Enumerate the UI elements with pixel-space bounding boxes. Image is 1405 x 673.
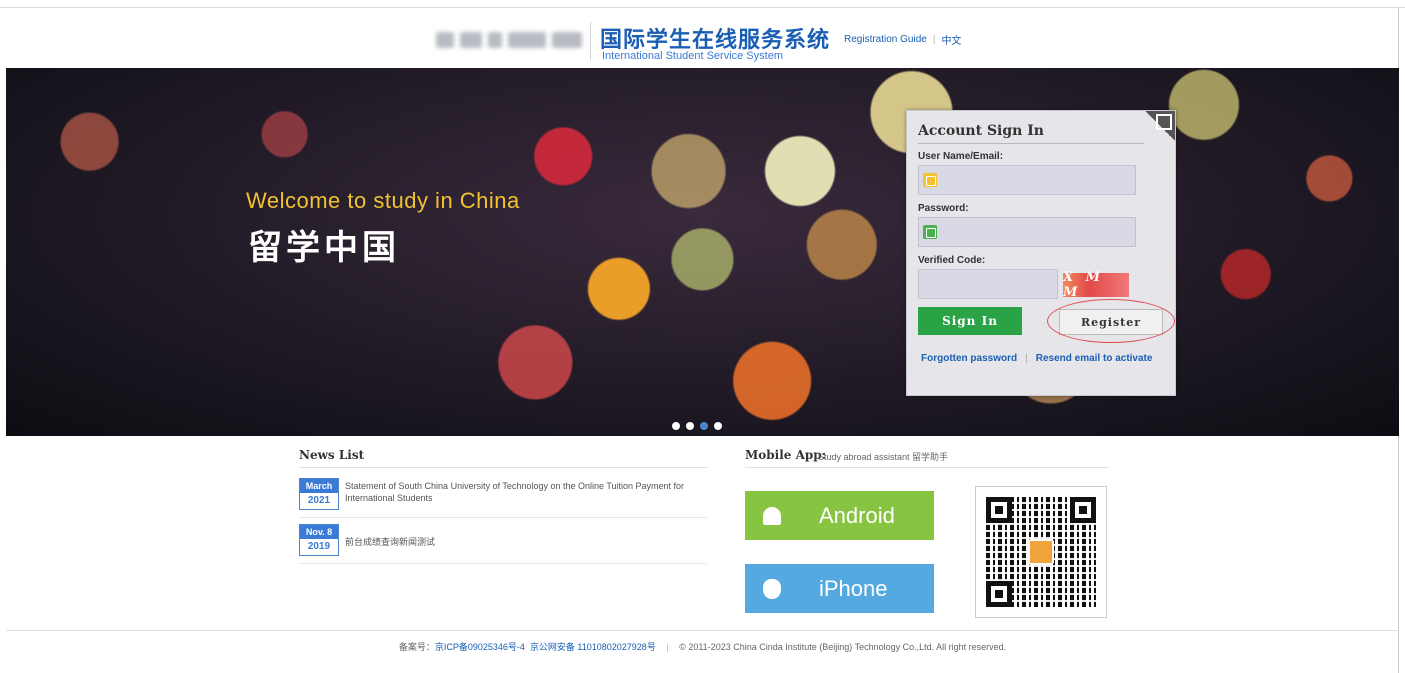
- app-qr-code: [975, 486, 1107, 618]
- footer-record-label: 备案号：: [398, 642, 435, 652]
- password-label: Password:: [918, 203, 969, 214]
- footer: 备案号：京ICP备09025346号-4 京公网安备 1101080202792…: [0, 640, 1405, 653]
- news-date-year: 2019: [307, 541, 331, 552]
- qr-finder-pattern: [1070, 497, 1096, 523]
- password-field-box: [918, 217, 1136, 247]
- login-divider: [918, 143, 1144, 144]
- link-separator: |: [1025, 353, 1028, 364]
- footer-copyright: © 2011-2023 China Cinda Institute (Beiji…: [679, 642, 1007, 652]
- news-item-title[interactable]: 前台成绩查询新闻测试: [345, 536, 705, 548]
- android-icon-wrap: [745, 506, 799, 525]
- captcha-image[interactable]: X M M: [1063, 270, 1129, 300]
- verified-code-label: Verified Code:: [918, 255, 986, 266]
- android-download-button[interactable]: Android: [745, 491, 934, 540]
- hero-title-cn: 留学中国: [248, 228, 400, 268]
- qr-center-logo-icon: [1028, 539, 1054, 565]
- language-chinese-link[interactable]: 中文: [941, 32, 961, 47]
- news-date-badge: March 2021: [299, 478, 339, 510]
- news-item[interactable]: Nov. 8 2019 前台成绩查询新闻测试: [299, 520, 707, 564]
- news-date-month: March: [300, 479, 338, 493]
- qr-code-pattern: [986, 497, 1096, 607]
- forgotten-password-link[interactable]: Forgotten password: [921, 353, 1017, 364]
- mobile-app-subtitle: Study abroad assistant 留学助手: [818, 452, 949, 462]
- carousel-dot-2[interactable]: [686, 422, 694, 430]
- register-button[interactable]: Register: [1059, 309, 1163, 335]
- carousel-dot-3[interactable]: [700, 422, 708, 430]
- verified-code-box: [918, 269, 1058, 299]
- login-panel: Account Sign In User Name/Email: Passwor…: [906, 110, 1176, 396]
- footer-icp-link[interactable]: 京ICP备09025346号-4: [435, 642, 525, 652]
- android-icon: [763, 506, 781, 525]
- carousel-dot-1[interactable]: [672, 422, 680, 430]
- hero-welcome-text: Welcome to study in China: [246, 188, 520, 213]
- iphone-label: iPhone: [819, 575, 888, 601]
- mobile-app-divider: [745, 467, 1109, 468]
- hero-banner: Welcome to study in China 留学中国: [6, 68, 1399, 436]
- login-title: Account Sign In: [918, 123, 1044, 139]
- user-icon: [923, 173, 937, 187]
- university-logo-blurred: [436, 26, 586, 54]
- registration-guide-link[interactable]: Registration Guide: [844, 34, 927, 45]
- carousel-dots: [672, 422, 722, 430]
- news-list-title: News List: [299, 448, 365, 462]
- site-title-en: International Student Service System: [602, 50, 783, 62]
- username-input[interactable]: [919, 166, 1135, 194]
- carousel-dot-4[interactable]: [714, 422, 722, 430]
- news-date-badge: Nov. 8 2019: [299, 524, 339, 556]
- news-date-month: Nov. 8: [300, 525, 338, 539]
- iphone-download-button[interactable]: iPhone: [745, 564, 934, 613]
- news-date-year: 2021: [307, 495, 331, 506]
- qr-login-icon[interactable]: [1145, 111, 1175, 141]
- sign-in-button[interactable]: Sign In: [918, 307, 1022, 335]
- qr-finder-pattern: [986, 581, 1012, 607]
- verified-code-input[interactable]: [919, 270, 1057, 298]
- lock-icon: [923, 225, 937, 239]
- footer-divider: [6, 630, 1399, 631]
- link-separator: |: [932, 34, 936, 45]
- username-label: User Name/Email:: [918, 151, 1004, 162]
- top-crop-edge: [0, 0, 1405, 8]
- apple-icon-wrap: [745, 578, 799, 599]
- mobile-app-title: Mobile App:: [745, 448, 827, 462]
- news-item-title[interactable]: Statement of South China University of T…: [345, 480, 705, 504]
- header-links: Registration Guide | 中文: [844, 32, 961, 47]
- news-item[interactable]: March 2021 Statement of South China Univ…: [299, 474, 707, 518]
- footer-separator: |: [666, 642, 669, 652]
- login-links: Forgotten password | Resend email to act…: [921, 353, 1152, 364]
- android-label: Android: [819, 502, 895, 528]
- header: 国际学生在线服务系统 International Student Service…: [0, 10, 1405, 68]
- news-divider: [299, 467, 707, 468]
- qr-finder-pattern: [986, 497, 1012, 523]
- footer-police-link[interactable]: 京公网安备 11010802027928号: [530, 642, 656, 652]
- username-field-box: [918, 165, 1136, 195]
- resend-activation-link[interactable]: Resend email to activate: [1036, 353, 1153, 364]
- apple-icon: [763, 578, 781, 599]
- logo-divider: [590, 22, 591, 60]
- password-input[interactable]: [919, 218, 1135, 246]
